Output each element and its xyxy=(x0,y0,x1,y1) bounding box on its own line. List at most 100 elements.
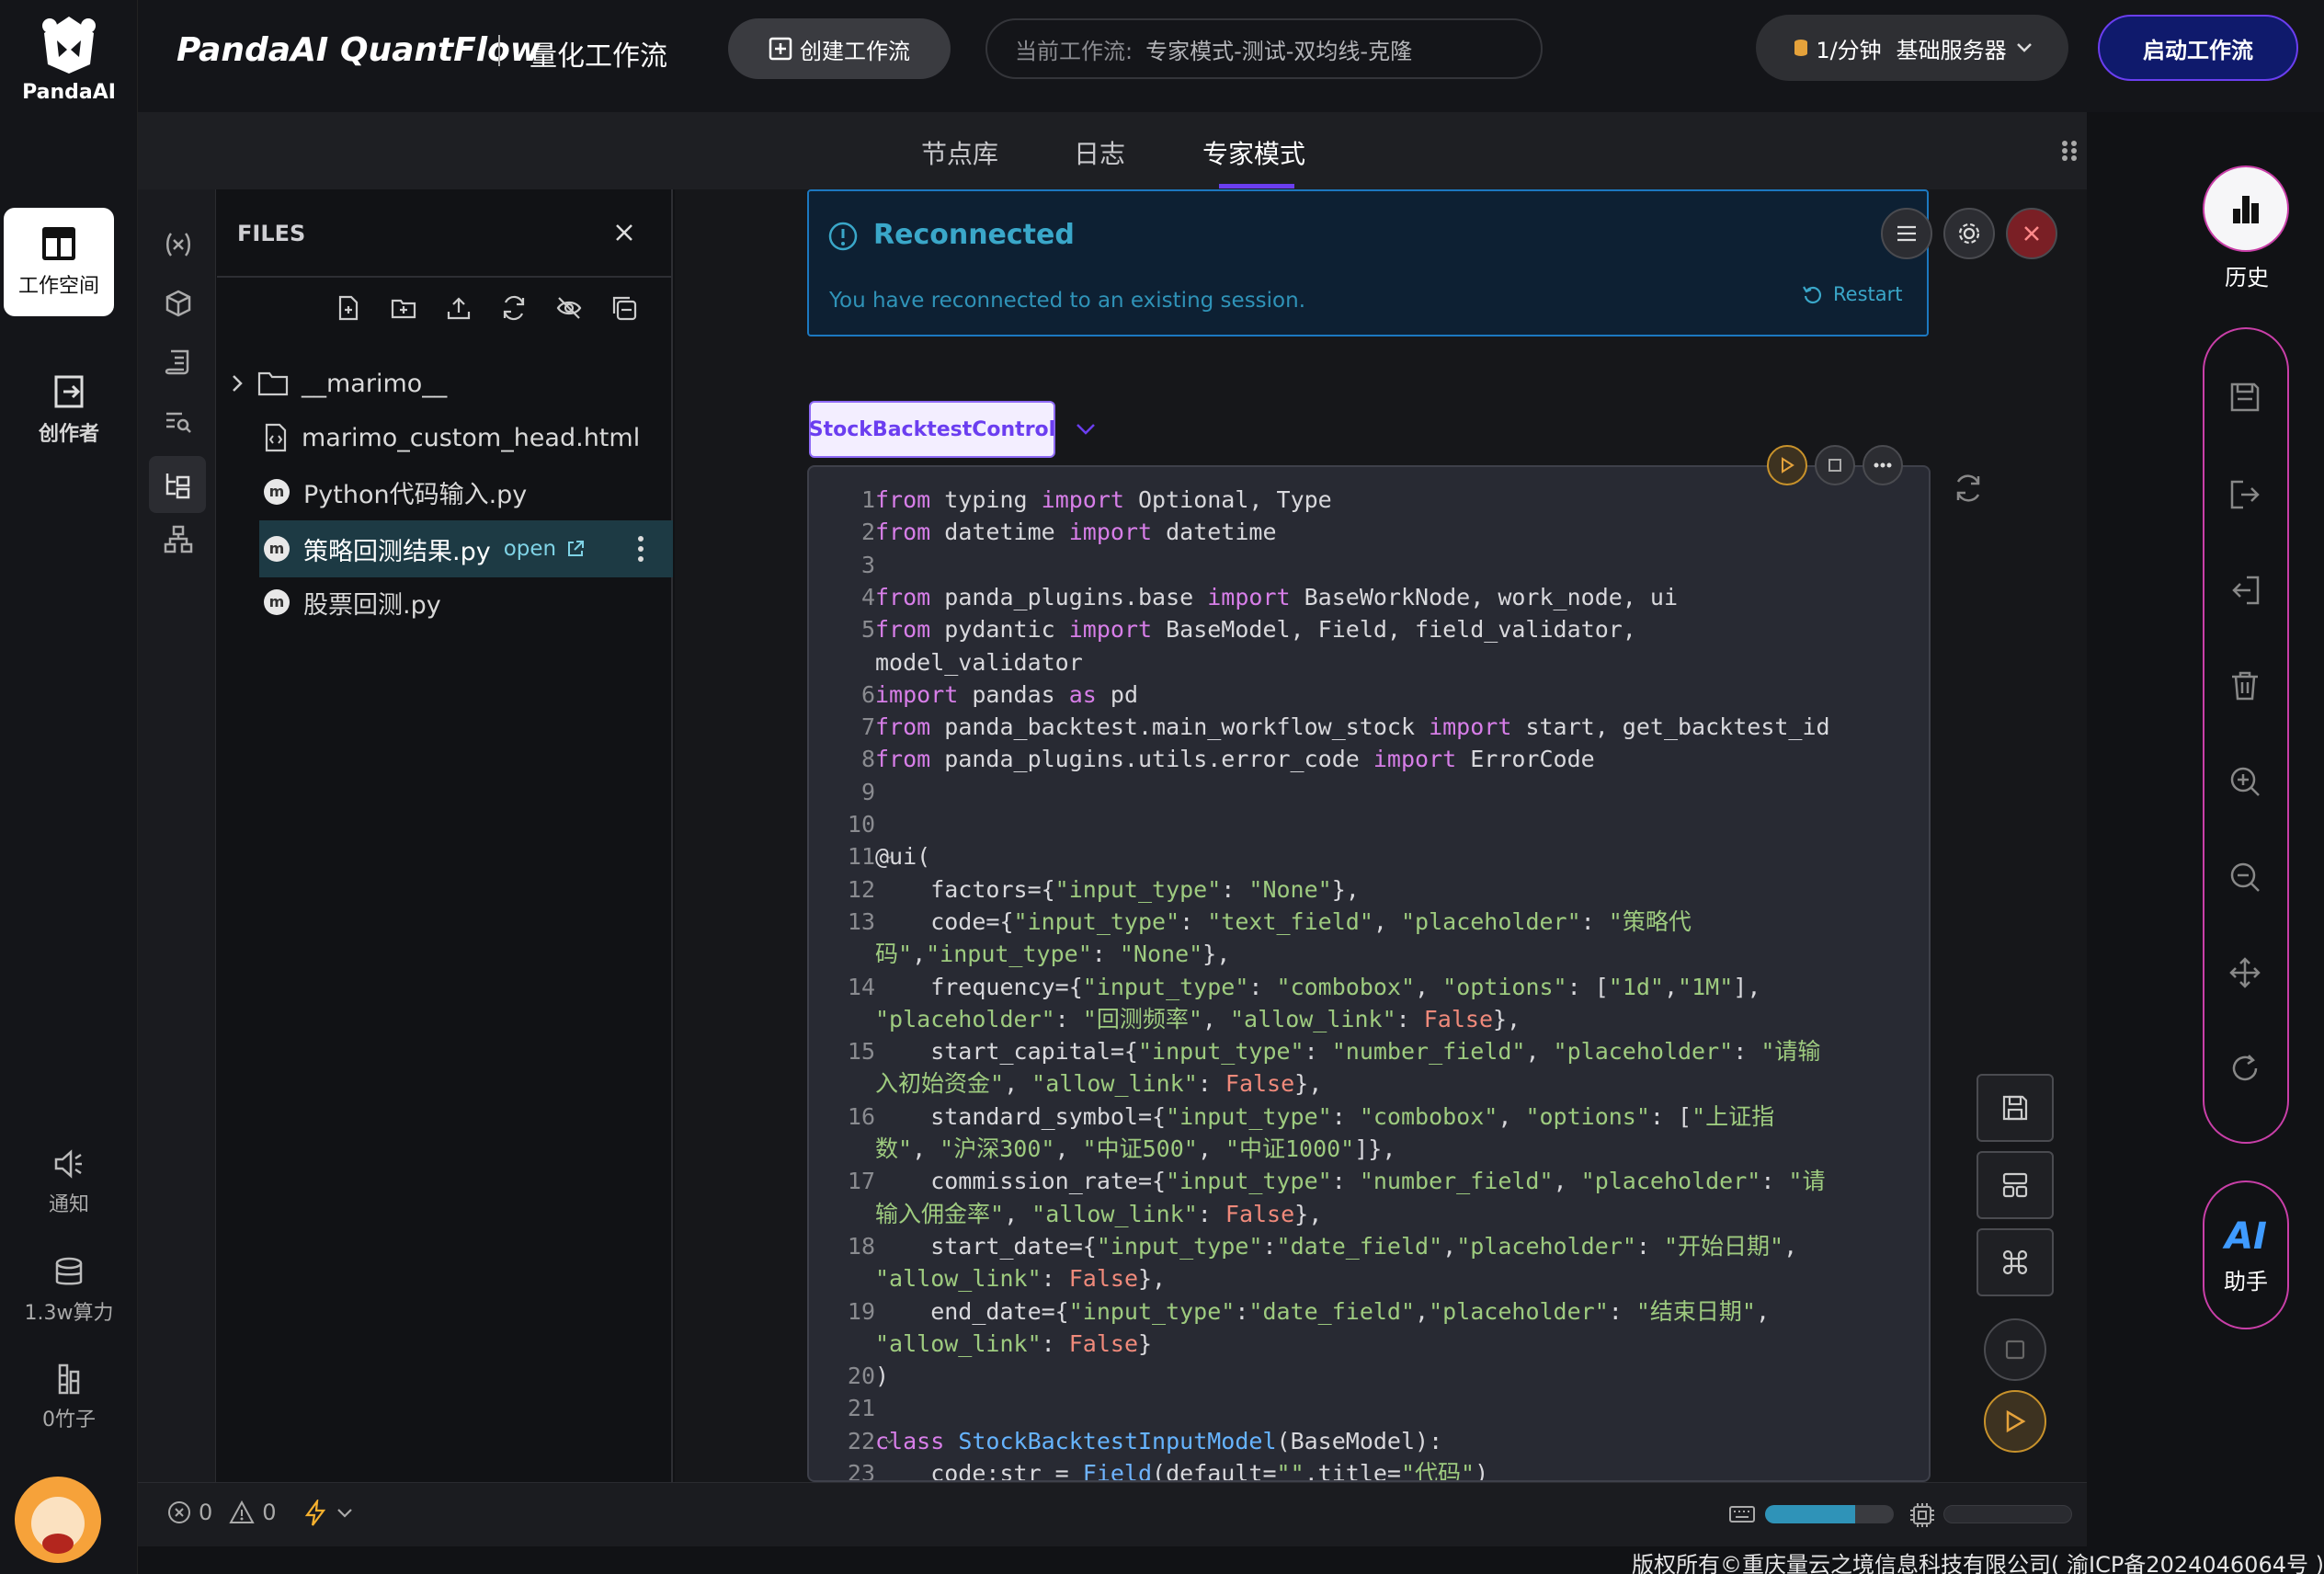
external-link-icon[interactable] xyxy=(565,539,586,559)
run-cell-button[interactable] xyxy=(1767,445,1807,485)
history-label: 历史 xyxy=(2225,265,2269,291)
layout-button[interactable] xyxy=(1977,1151,2054,1219)
chevron-down-icon[interactable] xyxy=(1076,423,1096,436)
start-workflow-button[interactable]: 启动工作流 xyxy=(2098,15,2298,81)
collapse-all-icon[interactable] xyxy=(610,294,638,322)
code-cell[interactable]: 1 from typing import Optional, Type 2 from … xyxy=(807,465,1931,1482)
package-icon[interactable] xyxy=(164,289,193,318)
brand-logo[interactable]: PandaAI xyxy=(0,13,138,104)
code-line[interactable]: 码","input_type": "None"}, xyxy=(809,938,1929,970)
code-line[interactable]: 19 end_date={"input_type":"date_field","… xyxy=(809,1295,1929,1328)
nav-bamboo[interactable]: 0竹子 xyxy=(0,1363,138,1432)
files-tab-active[interactable] xyxy=(149,456,206,513)
network-icon[interactable] xyxy=(164,524,193,553)
ai-assistant-button[interactable]: AI 助手 xyxy=(2203,1180,2289,1329)
zoom-in-icon[interactable] xyxy=(2228,765,2261,798)
code-line[interactable]: 8 from panda_plugins.utils.error_code imp… xyxy=(809,743,1929,775)
nav-creator[interactable]: 创作者 xyxy=(0,373,138,447)
save-icon[interactable] xyxy=(2228,381,2261,414)
code-line[interactable]: 5 from pydantic import BaseModel, Field, … xyxy=(809,613,1929,645)
cpu-icon[interactable] xyxy=(1908,1501,1936,1529)
scroll-icon[interactable] xyxy=(164,348,193,377)
tab-expert-mode[interactable]: 专家模式 xyxy=(1202,134,1305,171)
command-palette-button[interactable] xyxy=(1977,1228,2054,1296)
open-badge[interactable]: open xyxy=(504,537,556,561)
stop-cell-button[interactable] xyxy=(1815,445,1855,485)
code-line[interactable]: 13 code={"input_type": "text_field", "pl… xyxy=(809,906,1929,938)
code-line[interactable]: "allow_link": False} xyxy=(809,1328,1929,1360)
code-line[interactable]: 入初始资金", "allow_link": False}, xyxy=(809,1067,1929,1100)
current-workflow-field[interactable]: 当前工作流: 专家模式-测试-双均线-克隆 xyxy=(985,18,1543,79)
plus-square-icon xyxy=(769,37,792,61)
code-line[interactable]: 9 xyxy=(809,776,1929,808)
nav-notify[interactable]: 通知 xyxy=(0,1147,138,1217)
tab-node-library[interactable]: 节点库 xyxy=(921,134,998,171)
code-line[interactable]: model_validator xyxy=(809,646,1929,679)
code-line[interactable]: 23 code:str = Field(default="",title="代码… xyxy=(809,1457,1929,1480)
server-selector[interactable]: 1/分钟 基础服务器 xyxy=(1756,15,2068,81)
refresh-icon[interactable] xyxy=(1953,473,1984,504)
cell-name-tag[interactable]: StockBacktestControl xyxy=(809,401,1055,458)
error-status[interactable]: 0 0 xyxy=(167,1500,277,1525)
list-item[interactable]: marimo_custom_head.html xyxy=(263,411,640,464)
code-line[interactable]: 22 ⌄ class StockBacktestInputModel(BaseMod… xyxy=(809,1425,1929,1457)
code-line[interactable]: 3 xyxy=(809,549,1929,581)
code-line[interactable]: 2 from datetime import datetime xyxy=(809,516,1929,548)
run-all-button[interactable] xyxy=(1984,1390,2046,1453)
upload-icon[interactable] xyxy=(445,294,473,322)
code-line[interactable]: 10 xyxy=(809,808,1929,840)
new-file-icon[interactable] xyxy=(335,294,362,322)
code-line[interactable]: 12 factors={"input_type": "None"}, xyxy=(809,873,1929,906)
list-item[interactable]: m 策略回测结果.py open xyxy=(263,522,586,576)
close-icon[interactable] xyxy=(614,222,634,243)
menu-button[interactable] xyxy=(1881,208,1932,259)
code-line[interactable]: 20) xyxy=(809,1360,1929,1392)
code-line[interactable]: "allow_link": False}, xyxy=(809,1262,1929,1295)
code-line[interactable]: 数", "沪深300", "中证500", "中证1000"]}, xyxy=(809,1133,1929,1165)
code-line[interactable]: 4 from panda_plugins.base import BaseWork… xyxy=(809,581,1929,613)
list-item[interactable]: m 股票回测.py xyxy=(263,576,441,629)
zoom-out-icon[interactable] xyxy=(2228,861,2261,894)
variables-icon[interactable] xyxy=(164,230,193,259)
import-icon[interactable] xyxy=(2228,574,2261,607)
cell-more-button[interactable] xyxy=(1863,445,1903,485)
save-button[interactable] xyxy=(1977,1074,2054,1142)
restart-button[interactable]: Restart xyxy=(1802,283,1902,305)
code-line[interactable]: 14 frequency={"input_type": "combobox", … xyxy=(809,971,1929,1003)
trash-icon[interactable] xyxy=(2228,669,2261,702)
tab-logs[interactable]: 日志 xyxy=(1074,134,1125,171)
code-line[interactable]: 17 commission_rate={"input_type": "numbe… xyxy=(809,1165,1929,1197)
keyboard-icon[interactable] xyxy=(1728,1505,1756,1523)
code-line[interactable]: 18 start_date={"input_type":"date_field"… xyxy=(809,1230,1929,1262)
move-icon[interactable] xyxy=(2228,956,2261,989)
more-vertical-icon[interactable] xyxy=(636,535,645,563)
avatar[interactable] xyxy=(15,1477,101,1563)
search-list-icon[interactable] xyxy=(164,406,193,436)
refresh-icon[interactable] xyxy=(500,294,528,322)
create-workflow-button[interactable]: 创建工作流 xyxy=(728,18,951,79)
code-line[interactable]: 15 start_capital={"input_type": "number_… xyxy=(809,1035,1929,1067)
runtime-mode-selector[interactable] xyxy=(303,1500,353,1527)
code-line[interactable]: 6 import pandas as pd xyxy=(809,679,1929,711)
code-line[interactable]: 1 from typing import Optional, Type xyxy=(809,484,1929,516)
export-icon[interactable] xyxy=(2228,478,2261,511)
nav-workspace[interactable]: 工作空间 xyxy=(4,208,114,316)
code-line[interactable]: 16 standard_symbol={"input_type": "combo… xyxy=(809,1101,1929,1133)
history-button[interactable] xyxy=(2203,165,2289,252)
list-item[interactable]: __marimo__ xyxy=(230,357,447,410)
list-item[interactable]: m Python代码输入.py xyxy=(263,465,527,519)
grip-dots-icon[interactable] xyxy=(2061,138,2079,164)
reset-icon[interactable] xyxy=(2228,1052,2261,1085)
nav-compute[interactable]: 1.3w算力 xyxy=(0,1256,138,1326)
new-folder-icon[interactable] xyxy=(390,294,417,322)
settings-button[interactable] xyxy=(1943,208,1995,259)
code-line[interactable]: 输入佣金率", "allow_link": False}, xyxy=(809,1198,1929,1230)
code-line[interactable]: 7 from panda_backtest.main_workflow_stock… xyxy=(809,711,1929,743)
shutdown-button[interactable] xyxy=(2006,208,2057,259)
code-line[interactable]: "placeholder": "回测频率", "allow_link": Fal… xyxy=(809,1003,1929,1035)
selected-file-row[interactable]: m 策略回测结果.py open xyxy=(259,520,673,577)
code-line[interactable]: 21 xyxy=(809,1392,1929,1424)
eye-off-icon[interactable] xyxy=(555,294,583,322)
stop-all-button[interactable] xyxy=(1984,1318,2046,1381)
code-line[interactable]: 11 ⌄ @ui( xyxy=(809,840,1929,873)
